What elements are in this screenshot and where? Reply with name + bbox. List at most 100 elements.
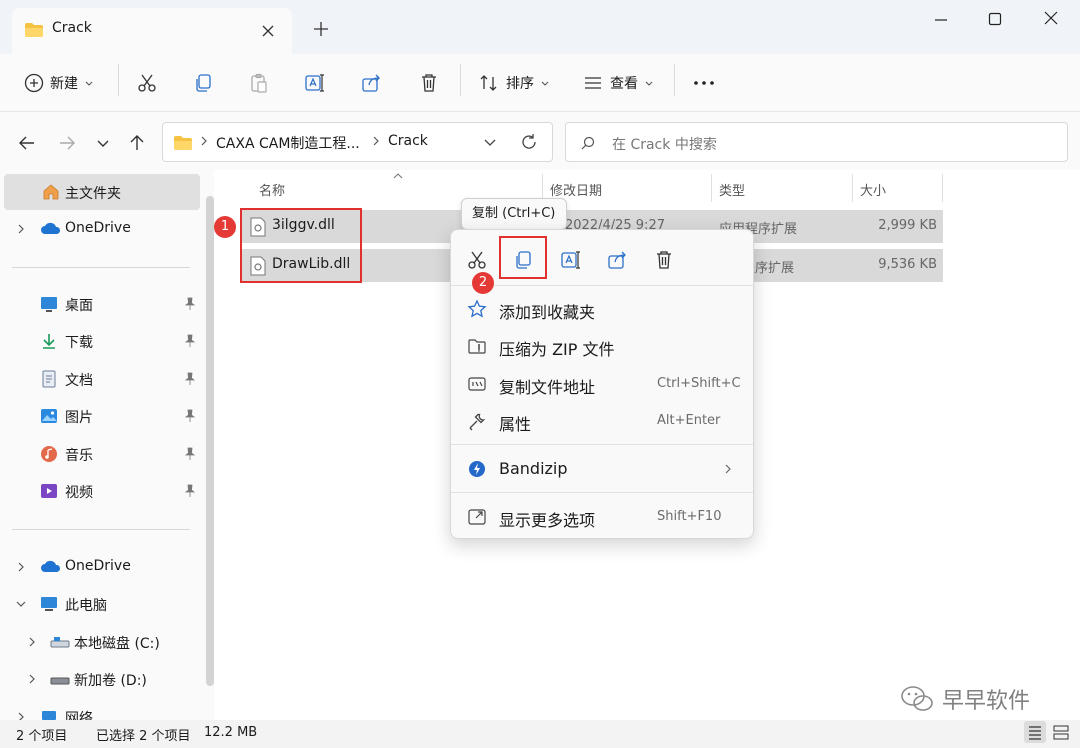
chevron-right-icon[interactable] (15, 561, 27, 573)
sidebar-item-label: OneDrive (65, 220, 131, 236)
network-icon (40, 708, 58, 720)
menu-item-show-more-options[interactable]: 显示更多选项 Shift+F10 (451, 499, 753, 535)
paste-button[interactable] (248, 68, 270, 98)
cut-quick-action[interactable] (463, 246, 491, 274)
close-tab-icon[interactable] (258, 21, 278, 41)
close-window-icon[interactable] (1036, 8, 1066, 32)
back-arrow-icon[interactable] (16, 132, 38, 154)
search-placeholder: 在 Crack 中搜索 (612, 137, 717, 153)
pin-icon[interactable] (183, 372, 197, 386)
copy-icon (192, 72, 214, 94)
column-divider[interactable] (711, 174, 712, 202)
maximize-icon[interactable] (980, 8, 1010, 32)
pin-icon[interactable] (183, 484, 197, 498)
pin-icon[interactable] (183, 297, 197, 311)
menu-item-compress-zip[interactable]: 压缩为 ZIP 文件 (451, 328, 753, 364)
view-button[interactable]: 查看 (582, 68, 654, 98)
sidebar-item-videos[interactable]: 视频 (0, 473, 200, 509)
sidebar-item-downloads[interactable]: 下载 (0, 323, 200, 359)
desktop-icon (40, 295, 58, 313)
delete-button[interactable] (418, 68, 440, 98)
status-bar: 2 个项目 已选择 2 个项目 12.2 MB (0, 720, 1080, 748)
pin-icon[interactable] (183, 334, 197, 348)
document-icon (40, 370, 58, 388)
chevron-right-icon[interactable] (26, 636, 38, 648)
chevron-right-icon[interactable] (15, 711, 27, 720)
cloud-icon (40, 220, 61, 238)
file-size: 2,999 KB (878, 218, 937, 233)
up-arrow-icon[interactable] (126, 132, 148, 154)
share-quick-action[interactable] (603, 246, 631, 274)
address-dropdown-icon[interactable] (481, 133, 499, 151)
sidebar-item-documents[interactable]: 文档 (0, 361, 200, 397)
sidebar-item-network[interactable]: 网络 (0, 699, 200, 720)
chevron-right-icon[interactable] (26, 673, 38, 685)
pin-icon[interactable] (183, 447, 197, 461)
column-header-size[interactable]: 大小 (860, 180, 886, 199)
sidebar-item-desktop[interactable]: 桌面 (0, 286, 200, 322)
sidebar-item-home[interactable]: 主文件夹 (4, 174, 200, 210)
watermark: 早早软件 (900, 683, 1030, 715)
chevron-right-icon[interactable] (15, 223, 27, 235)
recent-chevron-icon[interactable] (92, 132, 114, 154)
navigation-bar: CAXA CAM制造工程... Crack 在 Crack 中搜索 (0, 112, 1080, 170)
menu-item-bandizip[interactable]: Bandizip (451, 451, 753, 487)
sidebar-item-pictures[interactable]: 图片 (0, 398, 200, 434)
sidebar-item-label: OneDrive (65, 558, 131, 574)
sidebar-item-new-volume-d[interactable]: 新加卷 (D:) (0, 661, 200, 697)
sidebar-item-onedrive[interactable]: OneDrive (0, 211, 200, 247)
pin-icon[interactable] (183, 409, 197, 423)
column-divider[interactable] (852, 174, 853, 202)
pictures-icon (40, 407, 58, 425)
selected-count: 已选择 2 个项目 (96, 729, 191, 744)
rename-quick-action[interactable] (557, 246, 585, 274)
menu-item-add-favorites[interactable]: 添加到收藏夹 (451, 291, 753, 327)
minimize-icon[interactable] (926, 8, 956, 32)
video-icon (40, 482, 58, 500)
menu-item-label: Bandizip (499, 459, 568, 478)
sidebar-item-this-pc[interactable]: 此电脑 (0, 586, 200, 622)
search-input[interactable]: 在 Crack 中搜索 (565, 122, 1068, 162)
breadcrumb-item[interactable]: Crack (388, 133, 428, 149)
column-header-type[interactable]: 类型 (719, 180, 745, 199)
refresh-icon[interactable] (519, 132, 539, 152)
cut-button[interactable] (136, 68, 158, 98)
more-options-button[interactable] (692, 68, 716, 98)
sidebar-item-onedrive-2[interactable]: OneDrive (0, 549, 200, 585)
delete-quick-action[interactable] (650, 246, 678, 274)
copy-button[interactable] (192, 68, 214, 98)
folder-icon (173, 135, 193, 151)
menu-item-copy-path[interactable]: 复制文件地址 Ctrl+Shift+C (451, 366, 753, 402)
column-header-name[interactable]: 名称 (259, 180, 285, 199)
breadcrumb-chevron-icon (199, 134, 209, 148)
forward-arrow-icon[interactable] (56, 132, 78, 154)
address-bar[interactable]: CAXA CAM制造工程... Crack (162, 122, 553, 162)
divider (12, 529, 190, 530)
tab-crack[interactable]: Crack (12, 8, 292, 54)
new-tab-icon[interactable] (310, 18, 332, 40)
column-header-modified[interactable]: 修改日期 (550, 180, 602, 199)
new-button[interactable]: 新建 (24, 68, 94, 98)
sidebar-item-label: 主文件夹 (65, 186, 121, 202)
menu-item-label: 显示更多选项 (499, 511, 596, 530)
chevron-down-icon[interactable] (15, 598, 27, 610)
sidebar-item-music[interactable]: 音乐 (0, 436, 200, 472)
tiles-view-icon[interactable] (1050, 721, 1072, 743)
sort-label: 排序 (506, 76, 534, 92)
zip-folder-icon (467, 336, 487, 356)
sidebar-scrollbar[interactable] (206, 196, 214, 686)
menu-item-properties[interactable]: 属性 Alt+Enter (451, 403, 753, 439)
share-button[interactable] (360, 68, 382, 98)
rename-icon (561, 251, 580, 269)
breadcrumb-item[interactable]: CAXA CAM制造工程... (216, 133, 360, 153)
sidebar-item-label: 下载 (65, 335, 93, 351)
sort-button[interactable]: 排序 (478, 68, 550, 98)
sidebar-item-local-disk-c[interactable]: 本地磁盘 (C:) (0, 624, 200, 660)
toolbar-divider (118, 64, 119, 96)
sort-icon (478, 72, 500, 94)
chevron-down-icon (84, 78, 94, 88)
sidebar-item-label: 此电脑 (65, 598, 107, 614)
column-divider[interactable] (942, 174, 943, 202)
rename-button[interactable] (304, 68, 326, 98)
details-view-icon[interactable] (1024, 721, 1046, 743)
